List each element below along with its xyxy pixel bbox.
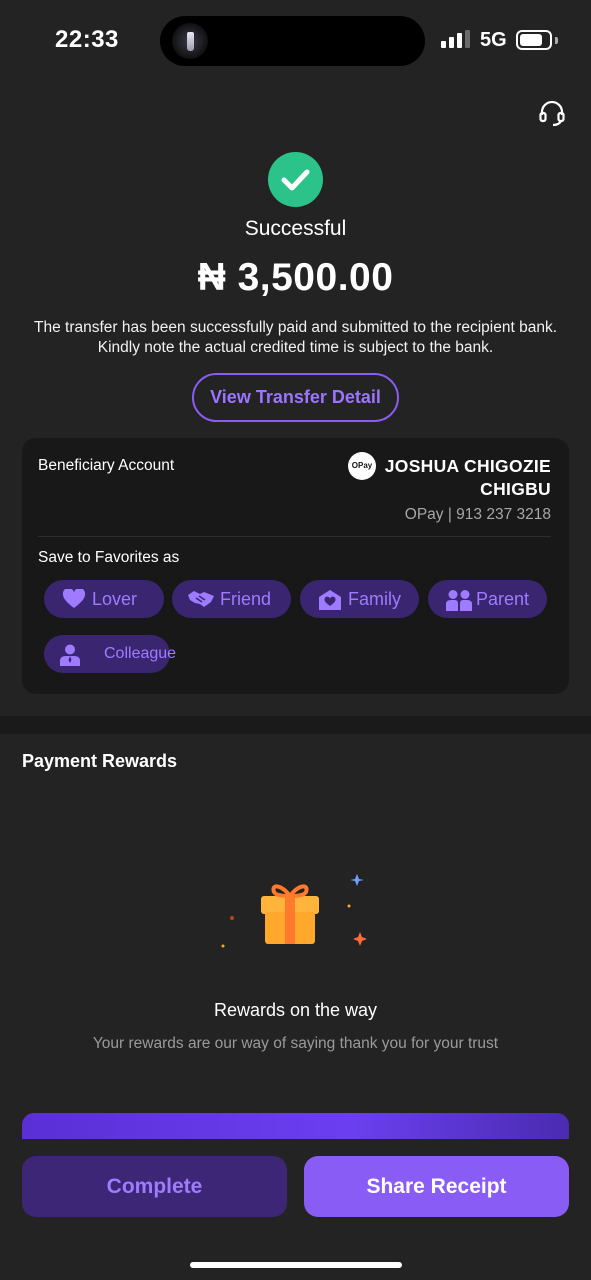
rewards-subtext: Your rewards are our way of saying thank… [92,1035,499,1052]
beneficiary-card: Beneficiary Account OPay JOSHUA CHIGOZIE… [22,438,569,694]
payment-rewards-title: Payment Rewards [22,751,178,771]
gift-icon [215,870,375,960]
success-check-icon [268,152,323,207]
favorite-chip-colleague[interactable]: Colleague [44,635,176,673]
flashlight-icon [172,23,208,59]
signal-icon [441,30,471,48]
parents-icon [446,590,472,611]
home-indicator[interactable] [190,1262,402,1268]
divider [38,536,551,537]
battery-icon [516,30,552,50]
chip-label: Colleague [104,645,177,662]
chip-label: Friend [220,589,272,609]
status-title: Successful [244,217,347,240]
favorite-chip-friend[interactable]: Friend [172,580,291,618]
chip-label: Lover [92,589,138,609]
favorite-chip-family[interactable]: Family [300,580,419,618]
section-divider [0,716,591,734]
heart-icon [62,589,86,608]
status-bar: 22:33 5G [0,0,591,80]
chip-label: Parent [476,589,530,609]
rewards-heading: Rewards on the way [213,1000,378,1020]
favorite-chip-parent[interactable]: Parent [428,580,547,618]
colleague-icon [60,644,80,666]
favorite-chip-lover[interactable]: Lover [44,580,164,618]
beneficiary-label: Beneficiary Account [38,457,175,474]
network-type: 5G [480,29,507,51]
beneficiary-account: OPay | 913 237 3218 [404,506,551,523]
status-time: 22:33 [55,26,119,53]
customer-support-button[interactable] [537,98,567,128]
headset-icon [539,100,565,127]
handshake-icon [188,591,214,607]
transfer-note: The transfer has been successfully paid … [34,319,557,356]
view-transfer-detail-button[interactable]: View Transfer Detail [192,373,399,422]
complete-button[interactable]: Complete [22,1156,287,1217]
share-receipt-button[interactable]: Share Receipt [304,1156,569,1217]
family-heart-icon [319,590,341,610]
chip-label: Family [348,589,401,609]
dynamic-island [160,16,425,66]
transfer-amount: ₦ 3,500.00 [197,256,394,299]
favorites-label: Save to Favorites as [38,549,180,566]
beneficiary-name: JOSHUA CHIGOZIE CHIGBU [384,456,551,499]
